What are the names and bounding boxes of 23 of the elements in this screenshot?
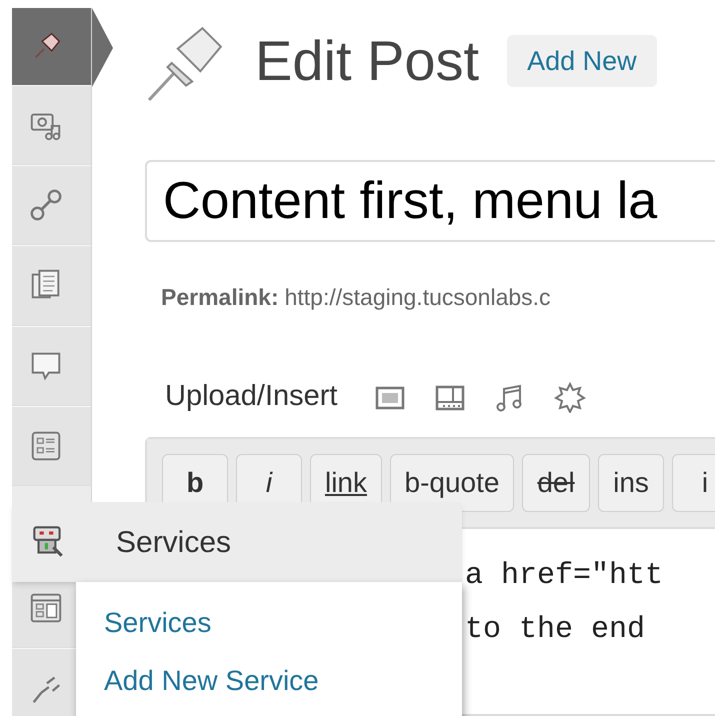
submenu-link[interactable]: Services <box>104 594 462 652</box>
quicktag-button[interactable]: b-quote <box>390 454 514 512</box>
sidebar-menu-item[interactable] <box>12 85 91 166</box>
editor-text-line: a href="htt <box>465 558 664 594</box>
sidebar-menu-item[interactable] <box>12 165 91 246</box>
sidebar-menu-item[interactable] <box>12 326 91 406</box>
submenu-link[interactable]: Add New Service <box>104 652 462 710</box>
sidebar-menu-item[interactable] <box>12 245 91 326</box>
quicktag-button[interactable]: ins <box>598 454 664 512</box>
editor-text-line: to the end <box>465 612 646 648</box>
page-title: Edit Post <box>255 33 480 89</box>
post-title-field[interactable]: Content first, menu la <box>145 160 715 242</box>
upload-insert-label: Upload/Insert <box>165 378 338 414</box>
sidebar-menu-item[interactable] <box>12 8 91 86</box>
sidebar-menu-item[interactable] <box>12 406 91 486</box>
permalink-url: http://staging.tucsonlabs.c <box>284 283 551 312</box>
permalink-label: Permalink: <box>161 283 279 312</box>
quicktag-button[interactable]: del <box>522 454 590 512</box>
add-new-button[interactable]: Add New <box>507 35 657 87</box>
chain-link-icon <box>28 187 64 224</box>
hovered-menu-item[interactable]: Services <box>12 502 462 582</box>
star-burst-icon[interactable] <box>554 380 586 412</box>
quicktag-button[interactable]: i <box>672 454 715 512</box>
